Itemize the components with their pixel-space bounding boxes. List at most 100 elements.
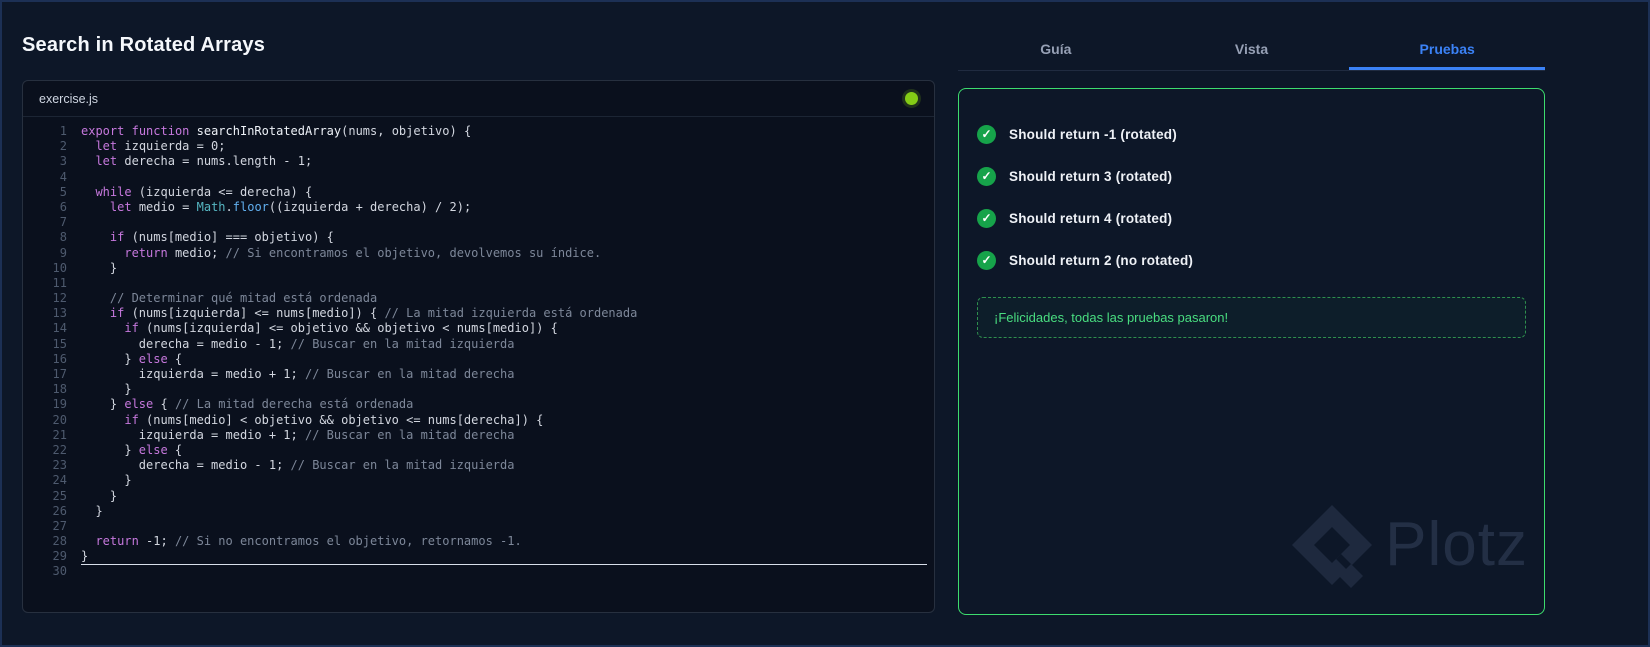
code-line-25: 25 }: [23, 489, 934, 504]
line-number: 8: [59, 230, 67, 245]
line-number: 26: [52, 503, 67, 518]
code-line-16: 16 } else {: [23, 352, 934, 367]
plotz-watermark: Plotz: [1289, 502, 1528, 588]
app-root: { "page_title": "Search in Rotated Array…: [0, 0, 1650, 647]
line-number: 4: [59, 169, 67, 184]
code-line-content: }: [81, 503, 103, 518]
check-icon: ✓: [977, 124, 996, 144]
code-line-22: 22 } else {: [23, 443, 934, 458]
code-line-content: } else { // La mitad derecha está ordena…: [81, 397, 414, 412]
line-number: 28: [52, 534, 67, 549]
success-message: ¡Felicidades, todas las pruebas pasaron!: [994, 310, 1229, 325]
line-number: 30: [52, 564, 67, 579]
code-line-29: 29}: [23, 549, 934, 564]
test-label: Should return 4 (rotated): [1009, 210, 1173, 226]
test-label: Should return 3 (rotated): [1009, 168, 1173, 184]
line-number: 21: [52, 427, 67, 442]
code-line-content: [81, 170, 927, 185]
code-line-18: 18 }: [23, 382, 934, 397]
line-number: 25: [52, 488, 67, 503]
line-number: 29: [52, 549, 67, 564]
line-number: 27: [52, 518, 67, 533]
code-line-28: 28 return -1; // Si no encontramos el ob…: [23, 534, 934, 549]
code-line-content: } else {: [81, 351, 183, 366]
code-line-23: 23 derecha = medio - 1; // Buscar en la …: [23, 458, 934, 473]
code-line-content: derecha = medio - 1; // Buscar en la mit…: [81, 458, 515, 473]
line-number: 22: [52, 442, 67, 457]
code-line-content: return -1; // Si no encontramos el objet…: [95, 534, 522, 549]
line-number: 17: [52, 367, 67, 381]
code-line-15: 15 derecha = medio - 1; // Buscar en la …: [23, 337, 934, 352]
line-number: 14: [52, 321, 67, 336]
code-line-content: if (nums[medio] === objetivo) {: [109, 230, 334, 245]
code-line-content: [81, 215, 927, 230]
page-title: Search in Rotated Arrays: [22, 34, 266, 56]
code-line-17: 17 izquierda = medio + 1; // Buscar en l…: [23, 367, 934, 382]
code-line-14: 14 if (nums[izquierda] <= objetivo && ob…: [23, 321, 934, 336]
line-number: 5: [59, 184, 67, 199]
code-line-content: }: [81, 549, 89, 564]
code-editor[interactable]: 1 export function searchInRotatedArray(nu…: [23, 118, 934, 612]
code-line-content: }: [81, 473, 132, 488]
code-line-content: [81, 276, 927, 291]
watermark-text: Plotz: [1385, 510, 1528, 579]
line-number: 18: [52, 382, 67, 397]
code-line-13: 13 if (nums[izquierda] <= nums[medio]) {…: [23, 306, 934, 321]
line-number: 6: [59, 199, 67, 214]
code-line-content: if (nums[izquierda] <= nums[medio]) { //…: [109, 306, 638, 321]
success-message-box: ¡Felicidades, todas las pruebas pasaron!: [977, 297, 1526, 338]
check-icon: ✓: [977, 166, 996, 186]
code-line-content: return medio; // Si encontramos el objet…: [124, 245, 602, 260]
code-line-content: [81, 564, 927, 579]
code-editor-panel: exercise.js 1 export function searchInRot…: [22, 80, 935, 613]
code-line-content: export function searchInRotatedArray(num…: [81, 124, 472, 138]
line-number: 24: [52, 473, 67, 488]
code-line-2: 2 let izquierda = 0;: [23, 139, 934, 154]
test-result-item: ✓ Should return 4 (rotated): [977, 197, 1526, 239]
code-line-content: let medio = Math.floor((izquierda + dere…: [109, 199, 472, 214]
tab-bar: Guía Vista Pruebas: [958, 30, 1546, 71]
code-line-content: if (nums[medio] < objetivo && objetivo <…: [124, 412, 544, 427]
line-number: 16: [52, 351, 67, 366]
line-number: 2: [59, 139, 67, 154]
code-line-27: 27: [23, 519, 934, 534]
tests-results-panel: ✓ Should return -1 (rotated) ✓ Should retur…: [958, 88, 1545, 615]
code-line-4: 4: [23, 170, 934, 185]
code-line-7: 7: [23, 215, 934, 230]
code-line-content: }: [81, 488, 118, 503]
code-line-content: }: [81, 260, 118, 275]
code-line-content: derecha = medio - 1; // Buscar en la mit…: [81, 336, 515, 351]
line-number: 13: [52, 306, 67, 321]
line-number: 11: [52, 275, 67, 290]
code-line-24: 24 }: [23, 473, 934, 488]
check-icon: ✓: [977, 250, 996, 270]
code-line-6: 6 let medio = Math.floor((izquierda + de…: [23, 200, 934, 215]
code-line-content: }: [81, 382, 132, 397]
code-line-1: 1 export function searchInRotatedArray(nu…: [23, 124, 934, 139]
tab-pruebas[interactable]: Pruebas: [1349, 30, 1546, 70]
code-line-9: 9 return medio; // Si encontramos el obj…: [23, 246, 934, 261]
line-number: 9: [59, 245, 67, 260]
tab-guia[interactable]: Guía: [958, 30, 1154, 70]
code-line-content: izquierda = medio + 1; // Buscar en la m…: [81, 427, 515, 442]
code-line-21: 21 izquierda = medio + 1; // Buscar en l…: [23, 428, 934, 443]
editor-header: exercise.js: [23, 81, 934, 117]
editor-filename-tab[interactable]: exercise.js: [39, 92, 98, 106]
line-number: 12: [52, 291, 67, 306]
check-icon: ✓: [977, 208, 996, 228]
line-number: 23: [52, 458, 67, 473]
plotz-logo-icon: [1292, 505, 1373, 588]
line-number: 7: [59, 215, 67, 230]
tab-vista[interactable]: Vista: [1154, 30, 1350, 70]
code-line-20: 20 if (nums[medio] < objetivo && objetiv…: [23, 413, 934, 428]
code-line-12: 12 // Determinar qué mitad está ordenada: [23, 291, 934, 306]
test-result-item: ✓ Should return 2 (no rotated): [977, 239, 1526, 281]
test-result-item: ✓ Should return 3 (rotated): [977, 155, 1526, 197]
code-line-content: while (izquierda <= derecha) {: [95, 184, 313, 199]
line-number: 15: [52, 336, 67, 351]
line-number: 1: [59, 124, 67, 138]
line-number: 19: [52, 397, 67, 412]
code-line-5: 5 while (izquierda <= derecha) {: [23, 185, 934, 200]
test-label: Should return 2 (no rotated): [1009, 252, 1194, 268]
code-line-content: [81, 519, 927, 534]
